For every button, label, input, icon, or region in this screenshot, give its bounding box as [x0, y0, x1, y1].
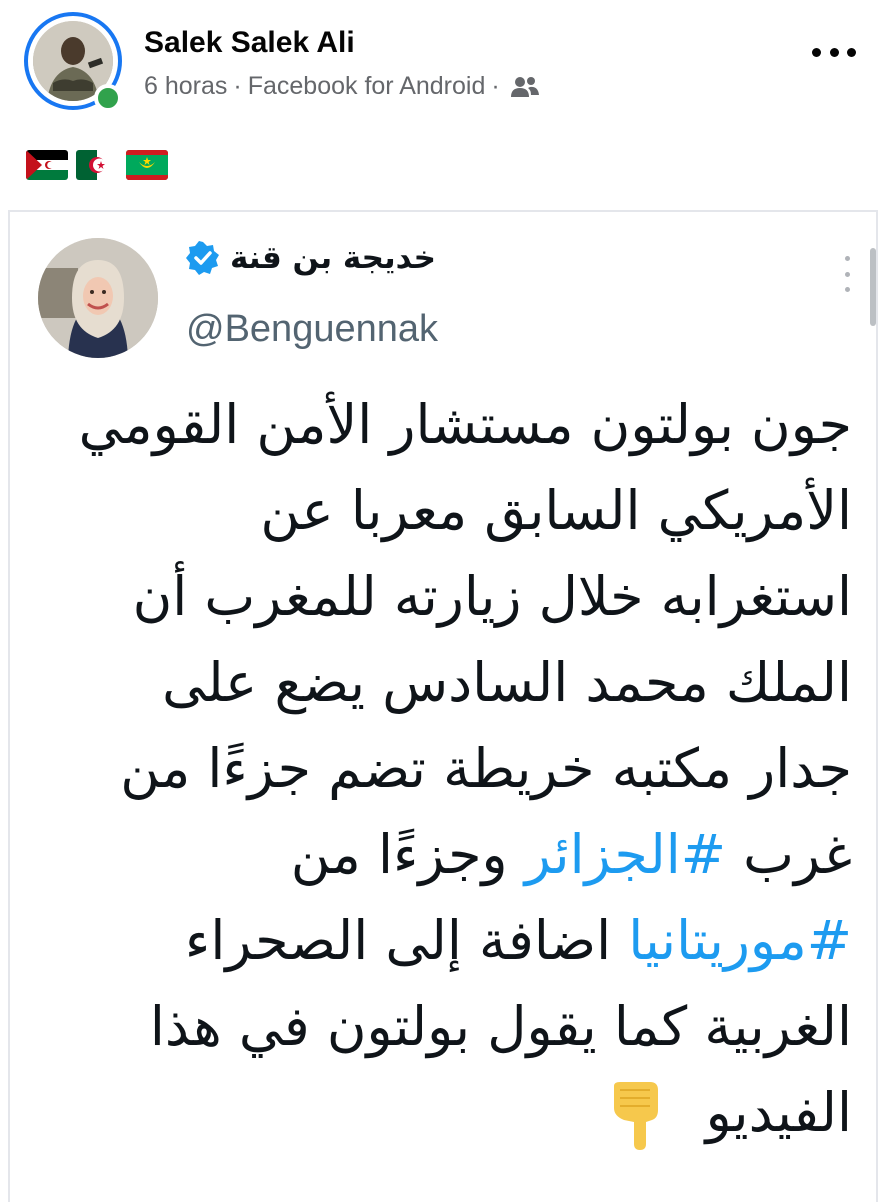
- tweet-text-segment: جون بولتون مستشار الأمن القومي: [78, 393, 852, 456]
- tweet-author-avatar[interactable]: [38, 238, 158, 358]
- flag-algeria-icon: [76, 150, 118, 180]
- embedded-tweet-card[interactable]: خديجة بن قنة @Benguennak جون بولتون مستش…: [8, 210, 878, 1202]
- tweet-text-line: #موريتانيا اضافة إلى الصحراء: [32, 898, 852, 984]
- tweet-text-segment: استغرابه خلال زيارته للمغرب أن: [132, 565, 852, 628]
- post-author-name[interactable]: Salek Salek Ali: [144, 26, 355, 60]
- hashtag-link[interactable]: #موريتانيا: [628, 909, 852, 972]
- tweet-text-line: غرب #الجزائر وجزءًا من: [32, 812, 852, 898]
- tweet-text-segment: غرب: [725, 823, 852, 886]
- pointing-down-hand-icon: [606, 1080, 666, 1152]
- tweet-text-segment: الأمريكي السابق معربا عن: [260, 479, 852, 542]
- tweet-text-segment: جدار مكتبه خريطة تضم جزءًا من: [120, 737, 852, 800]
- post-time[interactable]: 6 horas: [144, 72, 227, 101]
- tweet-author-row: خديجة بن قنة: [186, 240, 436, 276]
- tweet-text-line: جدار مكتبه خريطة تضم جزءًا من: [32, 726, 852, 812]
- tweet-text-line: الملك محمد السادس يضع على: [32, 640, 852, 726]
- tweet-text-line: استغرابه خلال زيارته للمغرب أن: [32, 554, 852, 640]
- tweet-author-name[interactable]: خديجة بن قنة: [230, 240, 436, 276]
- post-source-app: Facebook for Android: [247, 72, 486, 100]
- verified-badge-icon: [186, 241, 220, 275]
- hashtag-link[interactable]: #الجزائر: [525, 823, 726, 886]
- more-vertical-icon[interactable]: [842, 256, 852, 292]
- online-status-dot: [94, 84, 122, 112]
- meta-separator: ·: [233, 72, 242, 100]
- tweet-text-segment: الملك محمد السادس يضع على: [162, 651, 852, 714]
- friends-icon[interactable]: [510, 75, 540, 99]
- tweet-text-line: الغربية كما يقول بولتون في هذا: [32, 984, 852, 1070]
- more-horizontal-icon[interactable]: [812, 40, 856, 64]
- flag-western-sahara-icon: [26, 150, 68, 180]
- post-header: Salek Salek Ali 6 horas · Facebook for A…: [0, 0, 886, 130]
- tweet-text-segment: الفيديو: [705, 1081, 852, 1144]
- flag-mauritania-icon: [126, 150, 168, 180]
- tweet-text-line: الأمريكي السابق معربا عن: [32, 468, 852, 554]
- scrollbar-thumb[interactable]: [870, 248, 876, 326]
- post-meta: 6 horas · Facebook for Android ·: [144, 72, 540, 101]
- tweet-text-segment: وجزءًا من: [290, 823, 525, 886]
- tweet-text: جون بولتون مستشار الأمن القومي الأمريكي ا…: [32, 382, 852, 1156]
- tweet-text-segment: الغربية كما يقول بولتون في هذا: [149, 995, 852, 1058]
- tweet-text-line: الفيديو: [32, 1070, 852, 1156]
- flag-emojis: [26, 150, 168, 180]
- tweet-author-handle[interactable]: @Benguennak: [186, 308, 438, 351]
- tweet-text-line: جون بولتون مستشار الأمن القومي: [32, 382, 852, 468]
- tweet-text-segment: اضافة إلى الصحراء: [184, 909, 629, 972]
- meta-separator-2: ·: [491, 72, 500, 100]
